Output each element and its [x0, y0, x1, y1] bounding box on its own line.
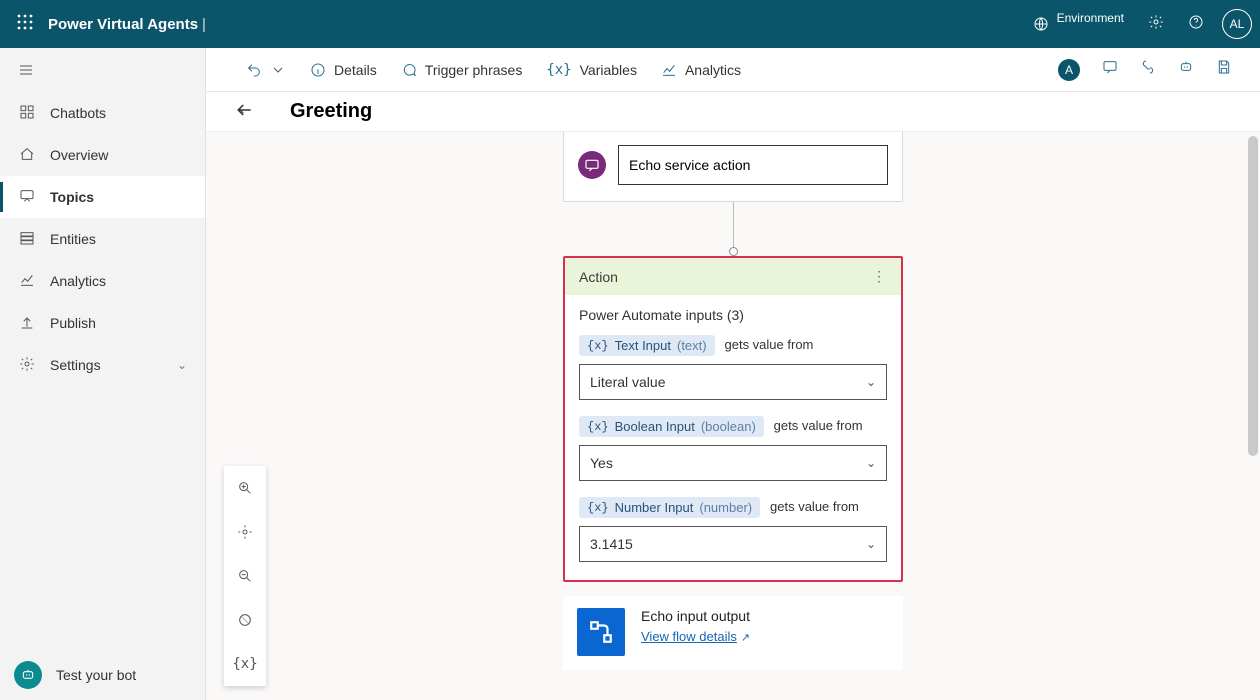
test-your-bot-label: Test your bot — [56, 667, 136, 683]
view-flow-details-link[interactable]: View flow details↗ — [641, 629, 750, 644]
add-node-handle[interactable] — [729, 247, 738, 256]
variables-panel-button[interactable]: {x} — [224, 642, 266, 686]
authoring-canvas[interactable]: Action ⋮ Power Automate inputs (3) {x} T… — [206, 132, 1260, 700]
environment-picker[interactable]: Environment — [1033, 16, 1136, 32]
action-card[interactable]: Action ⋮ Power Automate inputs (3) {x} T… — [563, 256, 903, 582]
nav-item-overview[interactable]: Overview — [0, 134, 205, 176]
nav-item-publish[interactable]: Publish — [0, 302, 205, 344]
message-icon — [578, 151, 606, 179]
scrollbar-thumb[interactable] — [1248, 136, 1258, 456]
app-launcher-icon[interactable] — [8, 14, 42, 34]
analytics-icon — [18, 272, 36, 291]
canvas-zoom-toolbar: {x} — [224, 466, 266, 686]
save-icon[interactable] — [1216, 59, 1232, 80]
trigger-phrases-tab[interactable]: Trigger phrases — [389, 56, 535, 84]
top-app-bar: Power Virtual Agents | Environment AL — [0, 0, 1260, 48]
nav-label: Overview — [50, 147, 108, 163]
environment-label: Environment — [1057, 11, 1124, 25]
nav-label: Chatbots — [50, 105, 106, 121]
text-input-value-select[interactable]: Literal value ⌄ — [579, 364, 887, 400]
bot-icon — [14, 661, 42, 689]
nav-item-analytics[interactable]: Analytics — [0, 260, 205, 302]
back-arrow-icon[interactable] — [234, 100, 254, 125]
variable-icon: {x} — [546, 62, 571, 78]
product-name: Power Virtual Agents — [42, 16, 198, 33]
settings-icon — [18, 356, 36, 375]
card-menu-icon[interactable]: ⋮ — [872, 268, 887, 285]
entities-icon — [18, 230, 36, 249]
undo-dropdown[interactable] — [266, 56, 298, 84]
flow-icon — [577, 608, 625, 656]
canvas-scrollbar[interactable] — [1248, 136, 1258, 696]
globe-icon — [1033, 16, 1049, 32]
action-card-header: Action ⋮ — [565, 258, 901, 295]
nav-label: Topics — [50, 189, 94, 205]
previous-node-peek[interactable] — [563, 132, 903, 202]
zoom-out-button[interactable] — [224, 554, 266, 598]
command-bar: Details Trigger phrases {x} Variables An… — [206, 48, 1260, 92]
nav-item-settings[interactable]: Settings ⌄ — [0, 344, 205, 386]
variable-icon: {x} — [587, 420, 609, 434]
overview-icon — [18, 146, 36, 165]
help-icon[interactable] — [1176, 14, 1216, 35]
nav-label: Publish — [50, 315, 96, 331]
variable-icon: {x} — [587, 501, 609, 515]
zoom-in-button[interactable] — [224, 466, 266, 510]
page-title: Greeting — [290, 100, 372, 123]
flow-column: Action ⋮ Power Automate inputs (3) {x} T… — [563, 132, 903, 700]
analytics-icon — [661, 62, 677, 78]
boolean-input-value-select[interactable]: Yes ⌄ — [579, 445, 887, 481]
variable-pill[interactable]: {x} Text Input (text) — [579, 335, 715, 356]
chatbots-icon — [18, 104, 36, 123]
test-your-bot-button[interactable]: Test your bot — [0, 650, 205, 700]
details-tab[interactable]: Details — [298, 56, 389, 84]
input-row-text: {x} Text Input (text) gets value from Li… — [579, 335, 887, 400]
fit-to-screen-button[interactable] — [224, 510, 266, 554]
variable-icon: {x} — [587, 339, 609, 353]
external-link-icon: ↗ — [741, 631, 750, 644]
flow-detail-card[interactable]: Echo input output View flow details↗ — [563, 596, 903, 670]
comment-icon[interactable] — [1102, 59, 1118, 80]
settings-gear-icon[interactable] — [1136, 14, 1176, 35]
flow-name: Echo input output — [641, 608, 750, 624]
nav-item-topics[interactable]: Topics — [0, 176, 205, 218]
chat-icon — [401, 62, 417, 78]
presence-avatar[interactable]: A — [1058, 59, 1080, 81]
chevron-down-icon: ⌄ — [866, 456, 876, 470]
undo-button[interactable] — [234, 56, 266, 84]
bot-icon[interactable] — [1178, 59, 1194, 80]
input-row-boolean: {x} Boolean Input (boolean) gets value f… — [579, 416, 887, 481]
variables-tab[interactable]: {x} Variables — [534, 56, 649, 84]
input-row-number: {x} Number Input (number) gets value fro… — [579, 497, 887, 562]
action-name-input[interactable] — [618, 145, 888, 185]
inputs-section-title: Power Automate inputs (3) — [579, 307, 887, 323]
page-header: Greeting — [206, 92, 1260, 132]
left-navigation: Chatbots Overview Topics Entities Analyt… — [0, 48, 206, 700]
chevron-down-icon: ⌄ — [866, 537, 876, 551]
topics-icon — [18, 188, 36, 207]
title-separator: | — [198, 16, 210, 33]
chevron-down-icon: ⌄ — [177, 358, 187, 372]
chevron-down-icon: ⌄ — [866, 375, 876, 389]
minimap-button[interactable] — [224, 598, 266, 642]
variable-pill[interactable]: {x} Number Input (number) — [579, 497, 760, 518]
analytics-tab[interactable]: Analytics — [649, 56, 753, 84]
topic-checker-icon[interactable] — [1140, 59, 1156, 80]
variable-pill[interactable]: {x} Boolean Input (boolean) — [579, 416, 764, 437]
nav-collapse-icon[interactable] — [0, 48, 205, 92]
info-icon — [310, 62, 326, 78]
nav-label: Analytics — [50, 273, 106, 289]
connector-line — [733, 202, 734, 252]
number-input-value-select[interactable]: 3.1415 ⌄ — [579, 526, 887, 562]
nav-item-chatbots[interactable]: Chatbots — [0, 92, 205, 134]
nav-item-entities[interactable]: Entities — [0, 218, 205, 260]
nav-label: Entities — [50, 231, 96, 247]
publish-icon — [18, 314, 36, 333]
nav-label: Settings — [50, 357, 101, 373]
user-avatar[interactable]: AL — [1222, 9, 1252, 39]
